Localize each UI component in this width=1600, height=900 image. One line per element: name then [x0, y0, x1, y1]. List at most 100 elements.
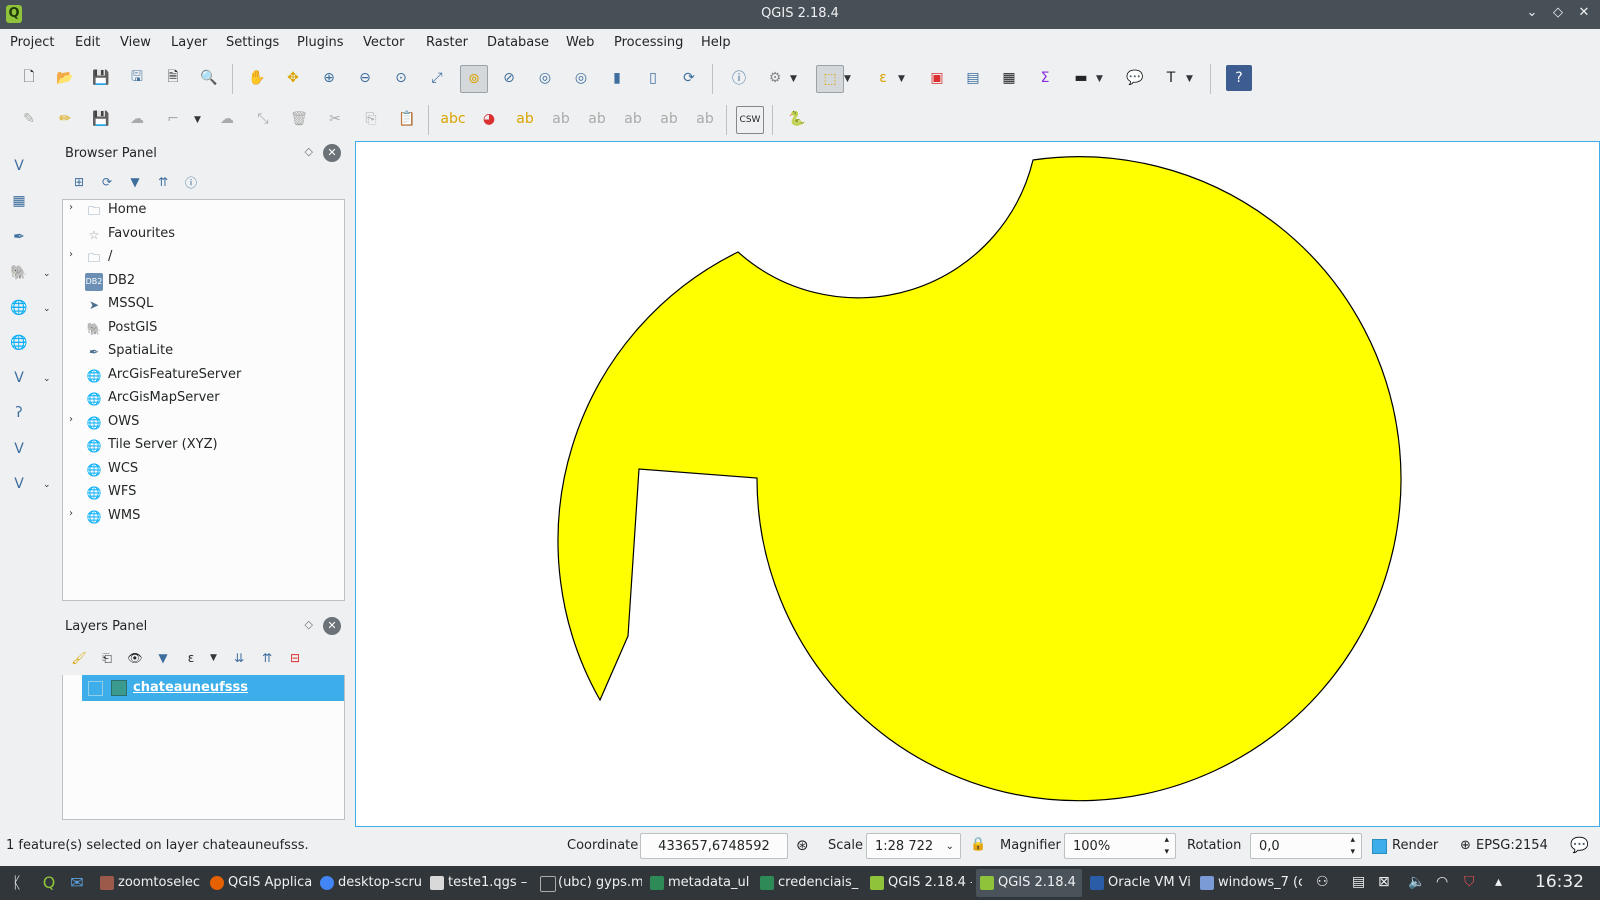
remove-layer-icon[interactable]: ⊟	[284, 647, 306, 669]
taskbar-task[interactable]: windows_7 (c	[1196, 869, 1302, 897]
identify-features-icon[interactable]: ⓘ	[726, 65, 752, 91]
close-panel-icon[interactable]: ✕	[323, 617, 341, 635]
new-spatialite-layer-icon[interactable]: V	[6, 471, 32, 497]
menu-raster[interactable]: Raster	[426, 35, 468, 50]
diagram-icon[interactable]: ◕	[476, 106, 502, 132]
taskbar-task[interactable]: zoomtoselec	[96, 869, 202, 897]
pan-map-icon[interactable]: ✋	[244, 65, 270, 91]
mail-launcher-icon[interactable]: ✉	[66, 872, 88, 894]
manage-visibility-icon[interactable]: 👁	[124, 647, 146, 669]
save-as-icon[interactable]: 🖫	[124, 65, 150, 91]
help-icon[interactable]: ?	[1226, 65, 1252, 91]
chevron-down-icon[interactable]: ▼	[844, 74, 851, 84]
zoom-out-icon[interactable]: ⊖	[352, 65, 378, 91]
menu-settings[interactable]: Settings	[226, 35, 279, 50]
taskbar-task[interactable]: (ubc) gyps.m	[536, 869, 642, 897]
chevron-right-icon[interactable]: ›	[69, 202, 73, 213]
magnifier-spinbox[interactable]: 100% ▴ ▾	[1064, 833, 1176, 859]
layer-visibility-checkbox[interactable]	[88, 681, 103, 696]
csw-icon[interactable]: CSW	[736, 106, 764, 134]
browser-item-mssql[interactable]: ➤ MSSQL	[63, 294, 343, 316]
coordinate-field[interactable]: 433657,6748592	[640, 833, 788, 859]
zoom-to-selection-icon[interactable]: ⊚	[460, 65, 488, 93]
new-bookmark-icon[interactable]: ▮	[604, 65, 630, 91]
user-icon[interactable]: ⚇	[1316, 874, 1329, 890]
taskbar-task[interactable]: Oracle VM Vi	[1086, 869, 1192, 897]
map-tips-icon[interactable]: 💬	[1122, 65, 1148, 91]
volume-icon[interactable]: 🔈	[1408, 874, 1425, 890]
taskbar-task[interactable]: desktop-scru	[316, 869, 422, 897]
chevron-right-icon[interactable]: ›	[69, 249, 73, 260]
close-icon[interactable]: ✕	[1576, 5, 1592, 23]
filter-expression-icon[interactable]: ε	[180, 647, 202, 669]
crs-globe-icon[interactable]: ⊕	[1460, 838, 1471, 853]
chevron-right-icon[interactable]: ›	[69, 508, 73, 519]
new-shapefile-icon[interactable]: V	[6, 436, 32, 462]
spin-arrows-icon[interactable]: ▴ ▾	[1350, 834, 1355, 858]
delete-part-icon[interactable]: ⤡	[250, 106, 276, 132]
move-label-icon[interactable]: ab	[620, 106, 646, 132]
show-hide-labels-icon[interactable]: ab	[584, 106, 610, 132]
messages-icon[interactable]: 💬	[1570, 836, 1589, 854]
browser-item-postgis[interactable]: 🐘 PostGIS	[63, 318, 343, 340]
add-postgis-layer-icon[interactable]: 🐘	[6, 260, 32, 286]
render-checkbox[interactable]	[1372, 839, 1387, 854]
chevron-down-icon[interactable]: ⌄	[43, 480, 51, 490]
chevron-right-icon[interactable]: ›	[69, 414, 73, 425]
filter-icon[interactable]: ▼	[124, 171, 146, 193]
add-vector-layer-icon[interactable]: V	[6, 153, 32, 179]
crs-status[interactable]: EPSG:2154	[1476, 838, 1548, 853]
add-wcs-layer-icon[interactable]: 🌐	[6, 330, 32, 356]
add-raster-layer-icon[interactable]: ▦	[6, 188, 32, 214]
zoom-last-icon[interactable]: ◎	[532, 65, 558, 91]
copy-features-icon[interactable]: ⎘	[358, 106, 384, 132]
current-edits-icon[interactable]: ✎	[16, 106, 42, 132]
add-group-icon[interactable]: ⎗	[96, 647, 118, 669]
browser-item-spatialite[interactable]: ✒ SpatiaLite	[63, 341, 343, 363]
menu-plugins[interactable]: Plugins	[297, 35, 344, 50]
menu-view[interactable]: View	[120, 35, 151, 50]
open-project-icon[interactable]: 📂	[52, 65, 78, 91]
chevron-down-icon[interactable]: ▼	[194, 115, 201, 125]
deselect-features-icon[interactable]: ▣	[924, 65, 950, 91]
taskbar-task[interactable]: credenciais_	[756, 869, 862, 897]
expand-all-icon[interactable]: ⇊	[228, 647, 250, 669]
chevron-down-icon[interactable]: ⌄	[43, 269, 51, 279]
zoom-full-icon[interactable]: ⤢	[424, 65, 450, 91]
add-spatialite-layer-icon[interactable]: ✒	[6, 224, 32, 250]
new-print-composer-icon[interactable]: 🗎	[160, 65, 186, 91]
browser-item-home[interactable]: › 🗀 Home	[63, 200, 343, 222]
tray-expand-icon[interactable]: ▴	[1495, 874, 1502, 890]
chevron-down-icon[interactable]: ⌄	[43, 304, 51, 314]
chevron-down-icon[interactable]: ▼	[790, 74, 797, 84]
rotate-label-icon[interactable]: ab	[656, 106, 682, 132]
collapse-all-icon[interactable]: ⇈	[152, 171, 174, 193]
cut-features-icon[interactable]: ✂	[322, 106, 348, 132]
chevron-down-icon[interactable]: ▼	[210, 653, 217, 663]
add-selected-layers-icon[interactable]: ⊞	[68, 171, 90, 193]
taskbar-task[interactable]: QGIS Applica	[206, 869, 312, 897]
spin-arrows-icon[interactable]: ▴ ▾	[1164, 834, 1169, 858]
taskbar-task[interactable]: metadata_ul	[646, 869, 752, 897]
add-feature-icon[interactable]: ☁	[124, 106, 150, 132]
add-wms-layer-icon[interactable]: 🌐	[6, 295, 32, 321]
browser-item-wms[interactable]: › 🌐 WMS	[63, 506, 343, 528]
run-action-icon[interactable]: ⚙	[762, 65, 788, 91]
clipboard-icon[interactable]: ▤	[1352, 874, 1365, 890]
delete-selected-icon[interactable]: 🗑	[286, 106, 312, 132]
browser-item-wfs[interactable]: 🌐 WFS	[63, 482, 343, 504]
chevron-down-icon[interactable]: ▼	[1186, 74, 1193, 84]
attribute-table-icon[interactable]: ▤	[960, 65, 986, 91]
paste-features-icon[interactable]: 📋	[394, 106, 420, 132]
node-tool-icon[interactable]: ⌐	[160, 106, 186, 132]
lock-scale-icon[interactable]: 🔒	[970, 837, 986, 852]
add-delimited-text-icon[interactable]: ʔ	[6, 400, 32, 426]
browser-item-arcgisfeatureserver[interactable]: 🌐 ArcGisFeatureServer	[63, 365, 343, 387]
add-ring-icon[interactable]: ☁	[214, 106, 240, 132]
statistics-sum-icon[interactable]: Σ	[1032, 65, 1058, 91]
security-shield-icon[interactable]: ⛉	[1464, 874, 1475, 890]
start-menu-icon[interactable]: ᛕ	[6, 872, 28, 894]
field-calculator-icon[interactable]: ▦	[996, 65, 1022, 91]
pin-labels-icon[interactable]: ab	[548, 106, 574, 132]
layer-labeling-icon[interactable]: abc	[440, 106, 466, 132]
